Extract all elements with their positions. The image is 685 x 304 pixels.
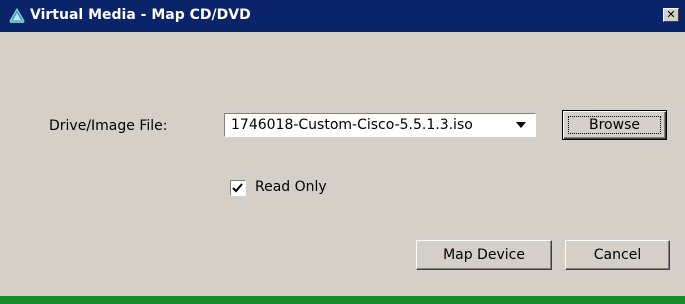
virtual-media-icon (8, 8, 26, 24)
close-icon: ✕ (666, 8, 676, 21)
bottom-bar (0, 296, 685, 304)
drive-image-file-value: 1746018-Custom-Cisco-5.5.1.3.iso (231, 117, 473, 133)
read-only-checkbox[interactable] (230, 180, 246, 196)
browse-button-label: Browse (568, 116, 661, 134)
window-title: Virtual Media - Map CD/DVD (30, 7, 251, 23)
drive-image-file-label: Drive/Image File: (49, 118, 168, 134)
cancel-button[interactable]: Cancel (565, 240, 670, 270)
map-device-button[interactable]: Map Device (416, 240, 552, 270)
chevron-down-icon[interactable] (509, 116, 533, 134)
checkmark-icon (232, 183, 243, 193)
browse-button[interactable]: Browse (562, 110, 667, 140)
virtual-media-dialog: Virtual Media - Map CD/DVD ✕ Drive/Image… (0, 0, 685, 304)
read-only-label[interactable]: Read Only (255, 179, 327, 195)
title-bar[interactable]: Virtual Media - Map CD/DVD ✕ (0, 0, 685, 32)
close-button[interactable]: ✕ (663, 8, 679, 22)
drive-image-file-select[interactable]: 1746018-Custom-Cisco-5.5.1.3.iso (224, 113, 536, 137)
